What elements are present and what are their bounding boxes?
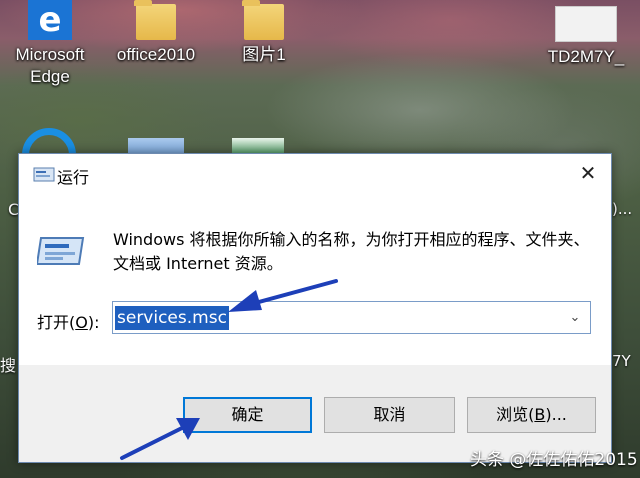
edge-label-line1: Microsoft (15, 45, 85, 64)
partial-label-left-search: 搜 (0, 356, 17, 375)
cancel-button[interactable]: 取消 (324, 397, 455, 433)
title-bar[interactable]: 运行 ✕ (19, 154, 611, 194)
desktop-icon-pictures1[interactable]: 图片1 (216, 0, 312, 66)
pictures1-label: 图片1 (242, 45, 286, 64)
partial-label-right-7y: 7Y (612, 352, 631, 370)
dialog-description: Windows 将根据你所输入的名称，为你打开相应的程序、文件夹、文档或 Int… (113, 230, 590, 273)
edge-label-line2: Edge (30, 67, 70, 86)
td2m7y-label: TD2M7Y_ (547, 47, 625, 66)
partial-label-right: )... (612, 200, 633, 218)
browse-label-suffix: )... (545, 405, 567, 424)
folder-icon (134, 0, 176, 40)
browse-accesskey: B (534, 405, 546, 424)
folder-icon (242, 0, 284, 40)
edge-icon: e (28, 0, 72, 40)
desktop-icon-edge[interactable]: e Microsoft Edge (2, 0, 98, 88)
ok-button[interactable]: 确定 (183, 397, 312, 433)
open-combobox[interactable]: services.msc ⌄ (112, 301, 591, 334)
open-input[interactable]: services.msc (115, 306, 229, 330)
open-label-suffix: ): (87, 313, 100, 332)
run-dialog: 运行 ✕ Windows 将根据你所输入的名称，为你打开相应的程序、文件夹、文档… (18, 153, 612, 463)
desktop-icon-office2010[interactable]: office2010 (108, 0, 204, 66)
close-button[interactable]: ✕ (565, 154, 611, 194)
watermark: 头条 @佐佐佑佑2015 (470, 450, 638, 470)
browse-label-prefix: 浏览( (496, 405, 535, 424)
chevron-down-icon[interactable]: ⌄ (560, 302, 590, 333)
browse-button[interactable]: 浏览(B)... (467, 397, 596, 433)
run-icon (33, 167, 55, 182)
close-icon: ✕ (579, 161, 597, 185)
run-program-icon (37, 237, 85, 265)
office2010-label: office2010 (116, 45, 196, 64)
dialog-title: 运行 (57, 168, 90, 187)
open-label: 打开(O): (37, 309, 99, 333)
open-label-accesskey: O (75, 313, 88, 332)
image-thumbnail-icon (555, 6, 617, 42)
open-label-prefix: 打开( (37, 313, 76, 332)
desktop-icon-td2m7y[interactable]: TD2M7Y_ (538, 0, 634, 68)
